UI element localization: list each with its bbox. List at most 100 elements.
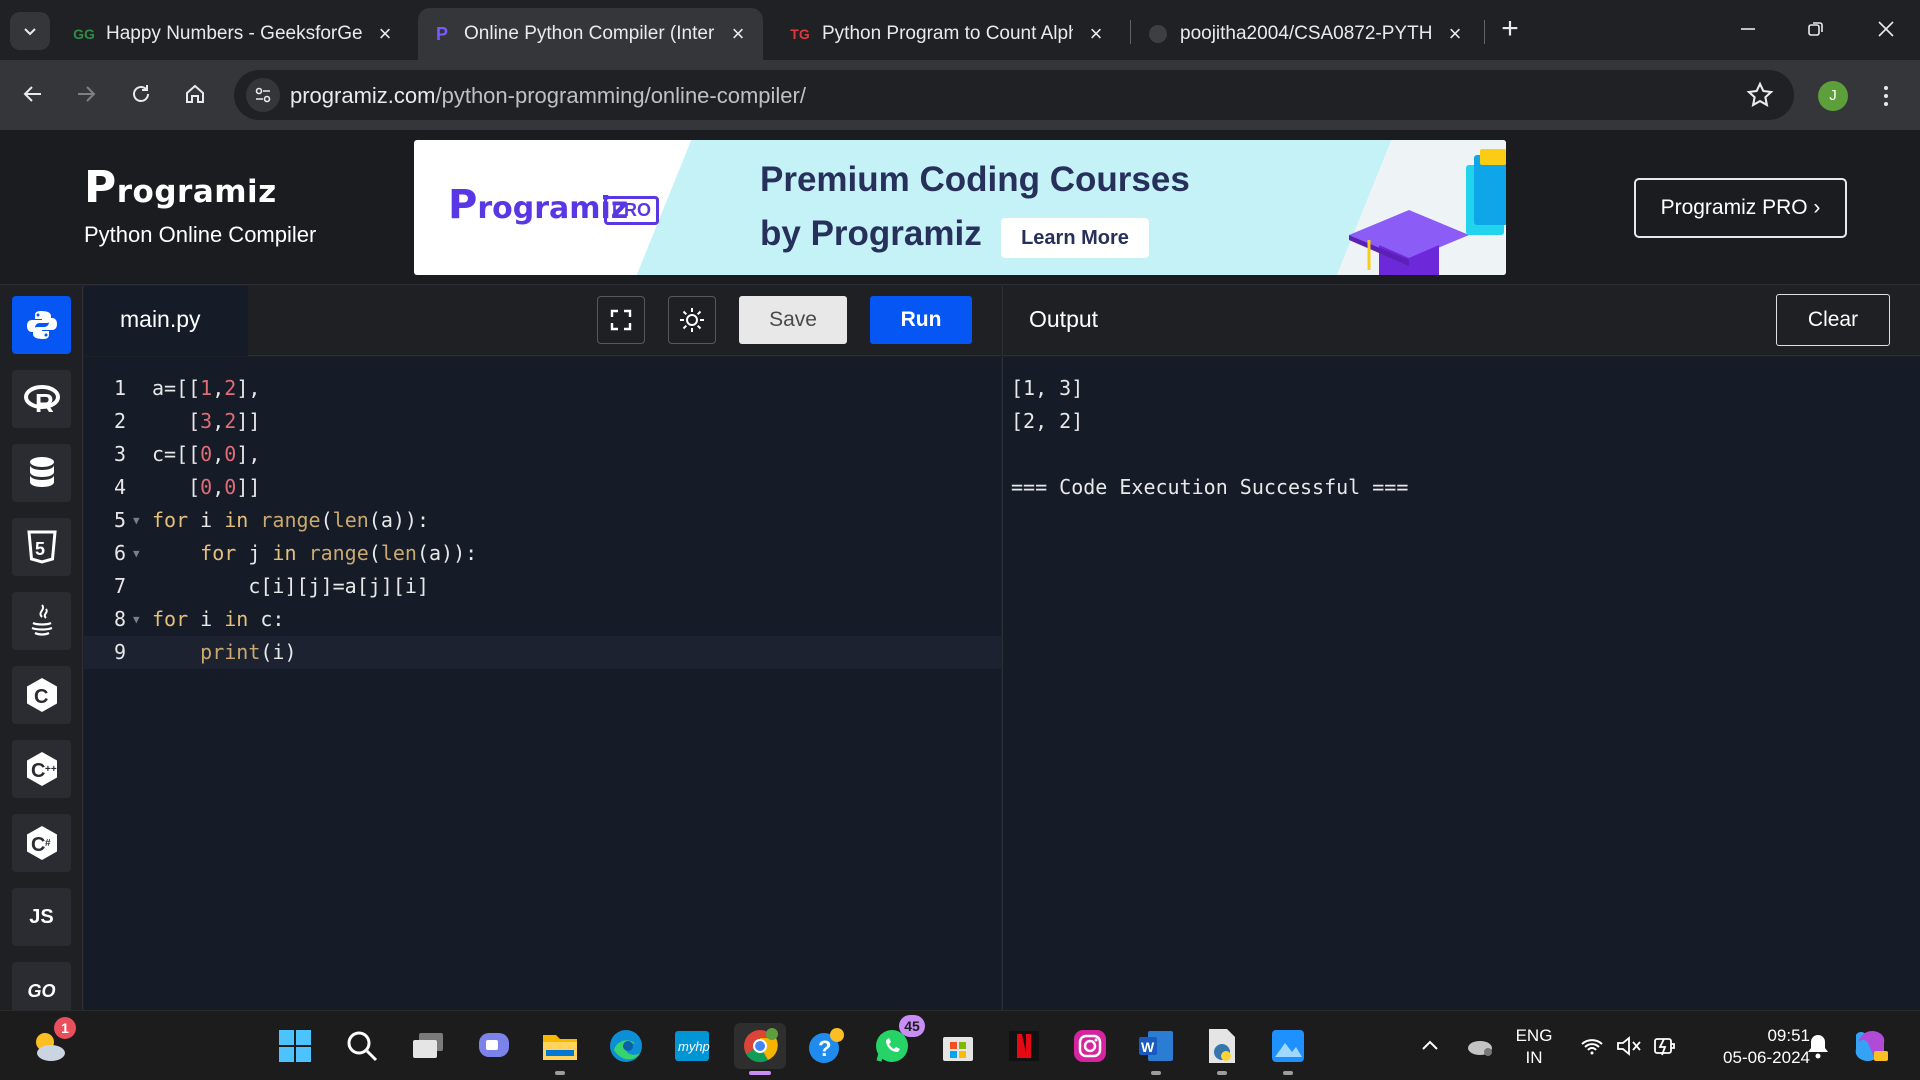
whatsapp-button[interactable]: 45 <box>869 1015 925 1069</box>
site-header: Programiz Python Online Compiler Program… <box>0 130 1920 285</box>
svg-text:++: ++ <box>45 764 57 775</box>
tab-search-button[interactable] <box>10 12 50 50</box>
fold-arrow-icon: ▼ <box>133 547 140 560</box>
onedrive-icon[interactable] <box>1464 1035 1494 1057</box>
speaker-muted-icon[interactable] <box>1616 1035 1642 1057</box>
svg-text:W: W <box>1141 1039 1155 1055</box>
cpp-language-button[interactable]: C ++ <box>12 740 71 798</box>
code-line: 6 ▼ for j in range(len(a)): <box>84 537 1001 570</box>
bookmark-star-icon[interactable] <box>1746 81 1774 109</box>
word-button[interactable]: W <box>1133 1023 1179 1075</box>
input-language-indicator[interactable]: ENG IN <box>1508 1025 1560 1069</box>
netflix-button[interactable] <box>1001 1023 1047 1069</box>
tab-divider <box>1484 20 1485 44</box>
windows-taskbar: 1 myhp ? 45 W ENG IN 09:51 05-06-2024 <box>0 1010 1920 1080</box>
tab-divider <box>1130 20 1131 44</box>
browser-toolbar: programiz.com/python-programming/online-… <box>0 60 1920 130</box>
chevron-up-icon[interactable] <box>1420 1036 1440 1056</box>
restore-window-button[interactable] <box>1796 12 1836 46</box>
java-language-button[interactable] <box>12 592 71 650</box>
browser-tab-geeksforgeeks[interactable]: GG Happy Numbers - GeeksforGeeks × <box>60 8 410 60</box>
banner-pro-badge: PRO <box>604 196 660 225</box>
promo-banner[interactable]: Programiz PRO Premium Coding Courses by … <box>414 140 1506 275</box>
site-info-button[interactable] <box>246 78 280 112</box>
myhp-button[interactable]: myhp <box>669 1023 715 1069</box>
file-explorer-button[interactable] <box>537 1023 583 1075</box>
start-button[interactable] <box>272 1023 318 1069</box>
chat-icon <box>479 1033 509 1057</box>
profile-avatar[interactable]: J <box>1818 81 1848 111</box>
arrow-left-icon <box>23 86 41 102</box>
instagram-button[interactable] <box>1067 1023 1113 1069</box>
file-tab-main-py[interactable]: main.py <box>84 286 248 356</box>
clock-date: 05-06-2024 <box>1723 1048 1810 1067</box>
battery-charging-icon[interactable] <box>1652 1033 1678 1059</box>
go-language-button[interactable]: GO <box>12 962 71 1010</box>
close-tab-icon[interactable]: × <box>1444 23 1466 45</box>
tab-title: Online Python Compiler (Interpreter) <box>464 23 715 44</box>
weather-badge: 1 <box>54 1017 76 1039</box>
python-idle-button[interactable] <box>1199 1023 1245 1075</box>
close-window-button[interactable] <box>1866 12 1906 46</box>
save-button[interactable]: Save <box>739 296 847 344</box>
c-language-button[interactable]: C <box>12 666 71 724</box>
code-line: 3 c=[[0,0], <box>113 442 261 466</box>
minimize-window-button[interactable] <box>1728 12 1768 46</box>
language-code: ENG <box>1515 1026 1553 1045</box>
edge-button[interactable] <box>603 1023 649 1069</box>
minimize-icon <box>1741 28 1755 30</box>
html-language-button[interactable]: 5 <box>12 518 71 576</box>
browser-menu-button[interactable] <box>1876 78 1896 114</box>
windows-icon <box>279 1030 311 1062</box>
csharp-language-button[interactable]: C # <box>12 814 71 872</box>
theme-toggle-button[interactable] <box>668 296 716 344</box>
javascript-language-button[interactable]: JS <box>12 888 71 946</box>
clear-button[interactable]: Clear <box>1776 294 1890 346</box>
code-editor[interactable]: 1 a=[[1,2], 2 [3,2]] 3 c=[[0,0], 4 [0,0]] … <box>84 357 1001 1010</box>
output-line: === Code Execution Successful === <box>1011 475 1409 499</box>
run-button[interactable]: Run <box>870 296 972 344</box>
svg-text:myhp: myhp <box>678 1039 710 1054</box>
close-tab-icon[interactable]: × <box>1085 23 1107 45</box>
close-tab-icon[interactable]: × <box>727 23 749 45</box>
copilot-icon[interactable] <box>1852 1029 1888 1063</box>
browser-tab-count-alphabets[interactable]: TG Python Program to Count Alphabets × <box>776 8 1121 60</box>
edge-icon <box>610 1030 642 1062</box>
reload-button[interactable] <box>123 76 159 112</box>
forward-button[interactable] <box>68 76 104 112</box>
clock[interactable]: 09:51 05-06-2024 <box>1690 1025 1810 1069</box>
task-view-button[interactable] <box>405 1023 451 1069</box>
teams-chat-button[interactable] <box>471 1023 517 1069</box>
task-view-icon <box>413 1033 443 1058</box>
learn-more-button[interactable]: Learn More <box>1001 218 1149 258</box>
sql-language-button[interactable] <box>12 444 71 502</box>
search-button[interactable] <box>339 1023 385 1069</box>
programiz-logo[interactable]: Programiz <box>84 162 277 213</box>
go-icon: GO <box>27 980 56 1001</box>
browser-tab-github[interactable]: poojitha2004/CSA0872-PYTHON × <box>1134 8 1480 60</box>
fullscreen-icon <box>610 309 632 331</box>
photos-button[interactable] <box>1265 1023 1311 1075</box>
svg-text:C: C <box>34 686 48 708</box>
close-tab-icon[interactable]: × <box>374 23 396 45</box>
weather-widget[interactable]: 1 <box>26 1017 76 1069</box>
folder-icon <box>543 1035 577 1060</box>
microsoft-store-button[interactable] <box>935 1023 981 1069</box>
fullscreen-button[interactable] <box>597 296 645 344</box>
new-tab-button[interactable]: + <box>1494 14 1526 46</box>
csharp-icon: C # <box>26 826 57 860</box>
wifi-icon[interactable] <box>1580 1036 1604 1056</box>
banner-headline-2: by Programiz <box>760 214 982 253</box>
reload-icon <box>133 85 149 102</box>
back-button[interactable] <box>15 76 51 112</box>
programiz-pro-button[interactable]: Programiz PRO › <box>1634 178 1847 238</box>
chrome-button[interactable] <box>734 1023 786 1075</box>
home-button[interactable] <box>177 76 213 112</box>
notification-bell-icon[interactable] <box>1806 1033 1830 1059</box>
help-button[interactable]: ? <box>803 1023 849 1069</box>
browser-tab-programiz[interactable]: P Online Python Compiler (Interpreter) × <box>418 8 763 60</box>
python-language-button[interactable] <box>12 296 71 354</box>
r-language-button[interactable]: R <box>12 370 71 428</box>
svg-text:5: 5 <box>35 539 45 559</box>
address-bar[interactable]: programiz.com/python-programming/online-… <box>234 70 1794 120</box>
